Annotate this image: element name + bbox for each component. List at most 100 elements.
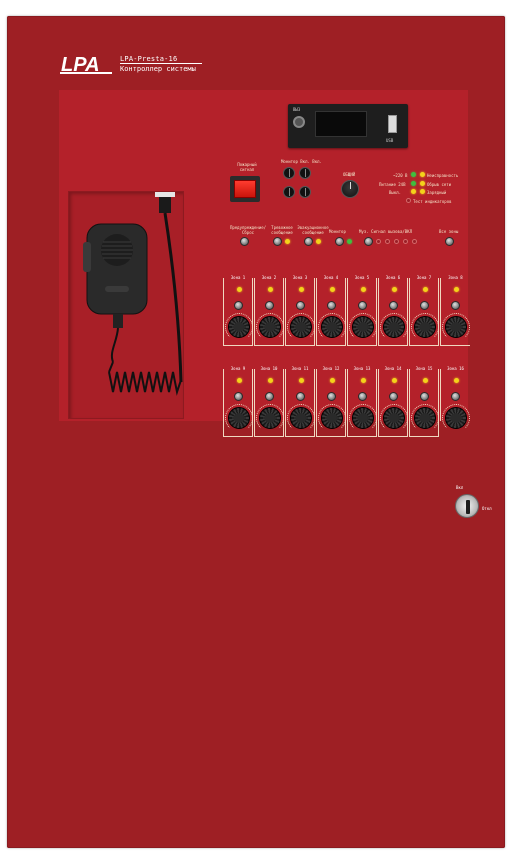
zone-led xyxy=(237,378,242,383)
status-charger-led xyxy=(420,189,425,194)
zone-volume-knob[interactable] xyxy=(228,407,250,429)
zone-label: Зона 14 xyxy=(384,366,402,371)
zone-led xyxy=(330,378,335,383)
fire-alarm-rocker[interactable] xyxy=(234,180,256,198)
alarm-message-label: Тревожное сообщение xyxy=(271,225,293,235)
zone-label: Зона 9 xyxy=(230,366,246,371)
zone-button[interactable] xyxy=(451,301,460,310)
zone-label: Зона 6 xyxy=(385,275,401,280)
display-knob[interactable] xyxy=(293,116,305,128)
zone-panel-10: Зона 10 xyxy=(254,366,284,437)
music-led-1 xyxy=(376,239,381,244)
zone-panel-11: Зона 11 xyxy=(285,366,315,437)
zone-volume-knob[interactable] xyxy=(321,407,343,429)
lpa-logo-icon: LPA xyxy=(60,54,112,75)
zone-button[interactable] xyxy=(327,301,336,310)
usb-port-icon[interactable] xyxy=(388,115,397,133)
zone-volume-knob[interactable] xyxy=(228,316,250,338)
fire-alarm-switch[interactable] xyxy=(230,176,260,202)
evac-message-label: Эвакуационное сообщение xyxy=(297,225,329,235)
zone-button[interactable] xyxy=(420,301,429,310)
zone-volume-knob[interactable] xyxy=(414,407,436,429)
key-switch[interactable] xyxy=(455,494,479,518)
zone-led xyxy=(423,287,428,292)
model-subtitle: Контроллер системы xyxy=(120,65,196,73)
monitor-trim-left[interactable] xyxy=(283,167,295,179)
key-off-label: Откл xyxy=(482,506,492,511)
zone-volume-knob[interactable] xyxy=(290,316,312,338)
zone-panel-5: Зона 5 xyxy=(347,275,377,346)
zone-volume-knob[interactable] xyxy=(259,407,281,429)
zone-volume-knob[interactable] xyxy=(352,407,374,429)
zone-volume-knob[interactable] xyxy=(321,316,343,338)
zone-label: Зона 1 xyxy=(230,275,246,280)
status-charger-label: Зарядный xyxy=(427,190,447,195)
zone-volume-knob[interactable] xyxy=(352,316,374,338)
zone-volume-knob[interactable] xyxy=(445,407,467,429)
zone-volume-knob[interactable] xyxy=(290,407,312,429)
zone-button[interactable] xyxy=(234,392,243,401)
alarm-message-button[interactable] xyxy=(273,237,282,246)
zone-button[interactable] xyxy=(420,392,429,401)
master-volume-knob[interactable] xyxy=(341,180,359,198)
key-on-label: Вкл xyxy=(456,485,464,490)
zone-volume-knob[interactable] xyxy=(259,316,281,338)
controller-cabinet: LPA LPA-Presta-16 Контроллер системы ВЫЗ… xyxy=(7,16,505,848)
status-line-break-led xyxy=(420,181,425,186)
zone-panel-7: Зона 7 xyxy=(409,275,439,346)
zone-volume-knob[interactable] xyxy=(445,316,467,338)
zone-panel-16: Зона 16 xyxy=(440,366,470,432)
zone-panel-1: Зона 1 xyxy=(223,275,253,346)
zone-label: Зона 12 xyxy=(322,366,340,371)
zone-label: Зона 4 xyxy=(323,275,339,280)
zone-panel-2: Зона 2 xyxy=(254,275,284,346)
zone-panel-15: Зона 15 xyxy=(409,366,439,437)
zone-button[interactable] xyxy=(389,392,398,401)
zone-label: Зона 7 xyxy=(416,275,432,280)
status-fault-label: Неисправность xyxy=(427,173,459,178)
monitor-led xyxy=(347,239,352,244)
evac-message-led xyxy=(316,239,321,244)
zone-button[interactable] xyxy=(265,301,274,310)
zone-button[interactable] xyxy=(296,301,305,310)
all-zones-button[interactable] xyxy=(445,237,454,246)
zone-led xyxy=(454,287,459,292)
evac-message-button[interactable] xyxy=(304,237,313,246)
zone-button[interactable] xyxy=(389,301,398,310)
zone-volume-knob[interactable] xyxy=(383,316,405,338)
control-panel: ВЫЗ USB Пожарный сигнал Монитор Вкл. Вкл… xyxy=(59,90,470,437)
monitor-trim-left-2[interactable] xyxy=(283,186,295,198)
zone-volume-knob[interactable] xyxy=(383,407,405,429)
status-24v-label: Питание 24В xyxy=(379,182,406,187)
zone-button[interactable] xyxy=(296,392,305,401)
led-test-label: Тест индикаторов xyxy=(413,199,452,204)
zone-label: Зона 2 xyxy=(261,275,277,280)
prealarm-label: Предупреждение/ Сброс xyxy=(229,225,267,235)
status-off-led xyxy=(411,189,416,194)
zone-button[interactable] xyxy=(358,392,367,401)
zone-button[interactable] xyxy=(327,392,336,401)
zone-button[interactable] xyxy=(451,392,460,401)
monitor-trim-right[interactable] xyxy=(299,167,311,179)
music-label: Муз. Сигнал вызова/ВКЛ xyxy=(359,229,412,234)
zone-label: Зона 16 xyxy=(447,366,464,371)
music-button[interactable] xyxy=(364,237,373,246)
music-led-5 xyxy=(412,239,417,244)
zone-led xyxy=(361,378,366,383)
zone-button[interactable] xyxy=(358,301,367,310)
zone-volume-knob[interactable] xyxy=(414,316,436,338)
monitor-vol-label: Монитор Вкл. Вкл. xyxy=(281,159,322,164)
music-led-4 xyxy=(403,239,408,244)
monitor-button[interactable] xyxy=(335,237,344,246)
zone-button[interactable] xyxy=(234,301,243,310)
led-test-indicator xyxy=(406,198,411,203)
monitor-trim-right-2[interactable] xyxy=(299,186,311,198)
zone-panel-8: Зона 8 xyxy=(440,275,470,346)
zone-button[interactable] xyxy=(265,392,274,401)
microphone-compartment xyxy=(68,191,184,419)
prealarm-button[interactable] xyxy=(240,237,249,246)
zone-panel-3: Зона 3 xyxy=(285,275,315,346)
status-mains-label: ~220 В xyxy=(393,173,408,178)
zone-led xyxy=(361,287,366,292)
microphone-icon xyxy=(83,192,183,396)
